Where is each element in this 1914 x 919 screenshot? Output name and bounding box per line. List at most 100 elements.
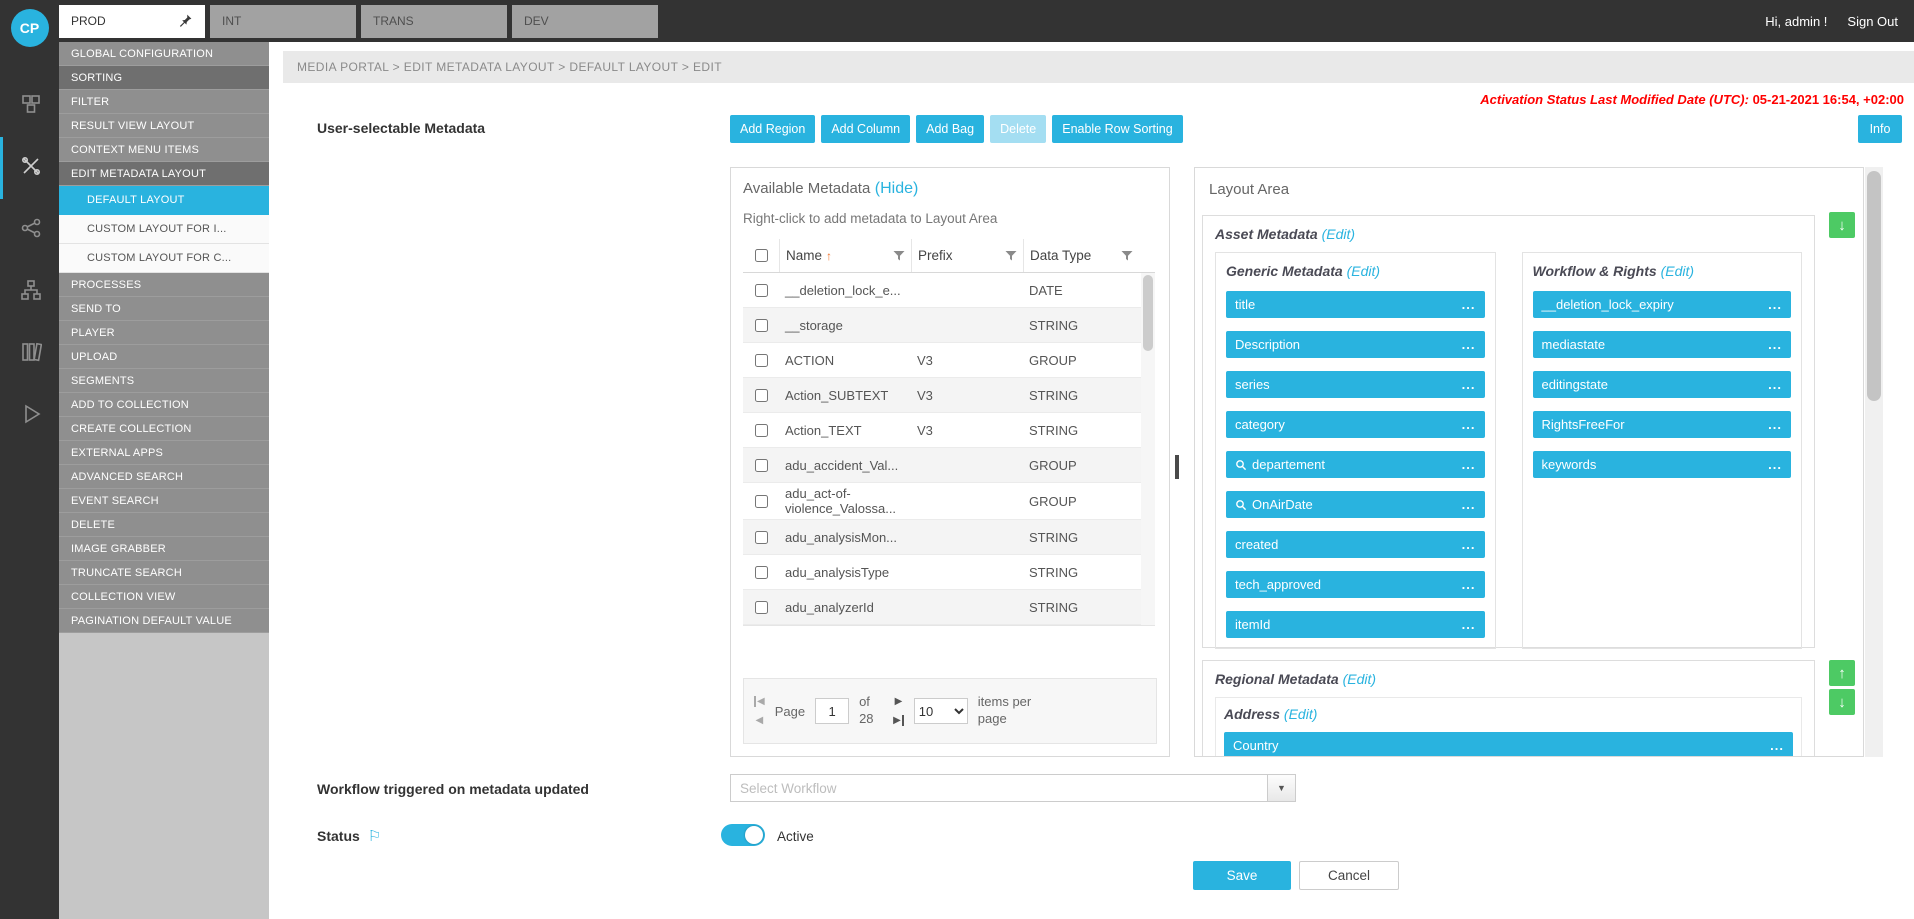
sidebar-item-send-to[interactable]: SEND TO: [59, 297, 269, 321]
sidebar-item-truncate-search[interactable]: TRUNCATE SEARCH: [59, 561, 269, 585]
row-checkbox[interactable]: [755, 424, 768, 437]
move-up-button[interactable]: ↑: [1829, 660, 1855, 686]
row-checkbox[interactable]: [755, 319, 768, 332]
sidebar-item-default-layout[interactable]: DEFAULT LAYOUT: [59, 186, 269, 215]
rail-item-modules[interactable]: [0, 75, 59, 137]
add-column-button[interactable]: Add Column: [821, 115, 910, 143]
metadata-chip[interactable]: mediastate ...: [1533, 331, 1792, 358]
metadata-chip[interactable]: category ...: [1226, 411, 1485, 438]
flag-icon[interactable]: ⚐: [368, 827, 381, 845]
sidebar-item-segments[interactable]: SEGMENTS: [59, 369, 269, 393]
sidebar-item-player[interactable]: PLAYER: [59, 321, 269, 345]
table-row[interactable]: adu_act-of-violence_Valossa... GROUP: [743, 483, 1155, 520]
sidebar-item-image-grabber[interactable]: IMAGE GRABBER: [59, 537, 269, 561]
page-number-input[interactable]: [815, 698, 849, 724]
table-row[interactable]: Action_SUBTEXT V3 STRING: [743, 378, 1155, 413]
row-checkbox[interactable]: [755, 531, 768, 544]
workflow-select[interactable]: Select Workflow ▼: [730, 774, 1296, 802]
sidebar-item-advanced-search[interactable]: ADVANCED SEARCH: [59, 465, 269, 489]
table-row[interactable]: Action_TEXT V3 STRING: [743, 413, 1155, 448]
move-down-button[interactable]: ↓: [1829, 689, 1855, 715]
pager-first-button[interactable]: ◀: [754, 697, 765, 707]
tab-prod[interactable]: PROD: [59, 5, 205, 38]
table-row[interactable]: __deletion_lock_e... DATE: [743, 273, 1155, 308]
table-row[interactable]: adu_analysisMon... STRING: [743, 520, 1155, 555]
chip-options-icon[interactable]: ...: [1462, 337, 1476, 352]
edit-regional-metadata-link[interactable]: (Edit): [1343, 671, 1376, 687]
sidebar-item-custom-layout-c[interactable]: CUSTOM LAYOUT FOR C...: [59, 244, 269, 273]
row-checkbox[interactable]: [755, 495, 768, 508]
chip-options-icon[interactable]: ...: [1768, 297, 1782, 312]
edit-generic-metadata-link[interactable]: (Edit): [1347, 263, 1380, 279]
enable-row-sorting-button[interactable]: Enable Row Sorting: [1052, 115, 1182, 143]
metadata-chip[interactable]: Description ...: [1226, 331, 1485, 358]
sidebar-item-result-view-layout[interactable]: RESULT VIEW LAYOUT: [59, 114, 269, 138]
filter-icon[interactable]: [893, 250, 905, 262]
row-checkbox[interactable]: [755, 566, 768, 579]
chip-options-icon[interactable]: ...: [1768, 337, 1782, 352]
rail-item-player[interactable]: [0, 385, 59, 447]
metadata-chip[interactable]: keywords ...: [1533, 451, 1792, 478]
pager-last-button[interactable]: ▶: [893, 716, 904, 726]
table-row[interactable]: adu_analyzerId STRING: [743, 590, 1155, 625]
tab-dev[interactable]: DEV: [512, 5, 658, 38]
metadata-chip[interactable]: departement ...: [1226, 451, 1485, 478]
sidebar-item-collection-view[interactable]: COLLECTION VIEW: [59, 585, 269, 609]
rail-item-library[interactable]: [0, 323, 59, 385]
chip-options-icon[interactable]: ...: [1462, 497, 1476, 512]
page-size-select[interactable]: 10: [914, 698, 968, 724]
add-region-button[interactable]: Add Region: [730, 115, 815, 143]
sidebar-item-pagination-default-value[interactable]: PAGINATION DEFAULT VALUE: [59, 609, 269, 633]
tab-trans[interactable]: TRANS: [361, 5, 507, 38]
metadata-chip[interactable]: __deletion_lock_expiry ...: [1533, 291, 1792, 318]
move-down-button[interactable]: ↓: [1829, 212, 1855, 238]
sidebar-item-delete[interactable]: DELETE: [59, 513, 269, 537]
metadata-chip[interactable]: title ...: [1226, 291, 1485, 318]
chip-options-icon[interactable]: ...: [1462, 457, 1476, 472]
pager-next-button[interactable]: ▶: [895, 697, 903, 707]
column-header-prefix[interactable]: Prefix: [911, 239, 1023, 272]
sidebar-item-event-search[interactable]: EVENT SEARCH: [59, 489, 269, 513]
info-button[interactable]: Info: [1858, 115, 1902, 143]
hide-link[interactable]: (Hide): [875, 180, 919, 197]
layout-area-scrollbar-thumb[interactable]: [1867, 171, 1881, 401]
metadata-chip[interactable]: itemId ...: [1226, 611, 1485, 638]
metadata-chip[interactable]: RightsFreeFor ...: [1533, 411, 1792, 438]
column-header-data-type[interactable]: Data Type: [1023, 239, 1139, 272]
panel-resize-handle[interactable]: [1175, 455, 1179, 479]
select-all-checkbox[interactable]: [755, 249, 768, 262]
column-header-name[interactable]: Name ↑: [779, 239, 911, 272]
rail-item-configuration[interactable]: [0, 137, 59, 199]
chip-options-icon[interactable]: ...: [1462, 577, 1476, 592]
chip-options-icon[interactable]: ...: [1462, 417, 1476, 432]
row-checkbox[interactable]: [755, 284, 768, 297]
metadata-chip[interactable]: editingstate ...: [1533, 371, 1792, 398]
table-row[interactable]: adu_analysisType STRING: [743, 555, 1155, 590]
sign-out-link[interactable]: Sign Out: [1847, 14, 1898, 29]
row-checkbox[interactable]: [755, 354, 768, 367]
sidebar-item-custom-layout-i[interactable]: CUSTOM LAYOUT FOR I...: [59, 215, 269, 244]
sidebar-item-create-collection[interactable]: CREATE COLLECTION: [59, 417, 269, 441]
chip-options-icon[interactable]: ...: [1462, 617, 1476, 632]
sidebar-item-filter[interactable]: FILTER: [59, 90, 269, 114]
sidebar-item-add-to-collection[interactable]: ADD TO COLLECTION: [59, 393, 269, 417]
status-toggle[interactable]: [721, 824, 765, 846]
sidebar-item-upload[interactable]: UPLOAD: [59, 345, 269, 369]
chip-options-icon[interactable]: ...: [1462, 377, 1476, 392]
sidebar-item-context-menu-items[interactable]: CONTEXT MENU ITEMS: [59, 138, 269, 162]
metadata-chip[interactable]: series ...: [1226, 371, 1485, 398]
grid-scrollbar-thumb[interactable]: [1143, 275, 1153, 351]
chip-options-icon[interactable]: ...: [1462, 297, 1476, 312]
metadata-chip[interactable]: Country ...: [1224, 732, 1793, 757]
sidebar-item-sorting[interactable]: SORTING: [59, 66, 269, 90]
row-checkbox[interactable]: [755, 601, 768, 614]
chip-options-icon[interactable]: ...: [1770, 738, 1784, 753]
app-logo[interactable]: CP: [11, 9, 49, 47]
chip-options-icon[interactable]: ...: [1768, 457, 1782, 472]
cancel-button[interactable]: Cancel: [1299, 861, 1399, 890]
sidebar-item-global-configuration[interactable]: GLOBAL CONFIGURATION: [59, 42, 269, 66]
table-row[interactable]: ACTION V3 GROUP: [743, 343, 1155, 378]
pager-previous-button[interactable]: ◀: [756, 716, 764, 726]
chevron-down-icon[interactable]: ▼: [1267, 775, 1295, 801]
row-checkbox[interactable]: [755, 389, 768, 402]
